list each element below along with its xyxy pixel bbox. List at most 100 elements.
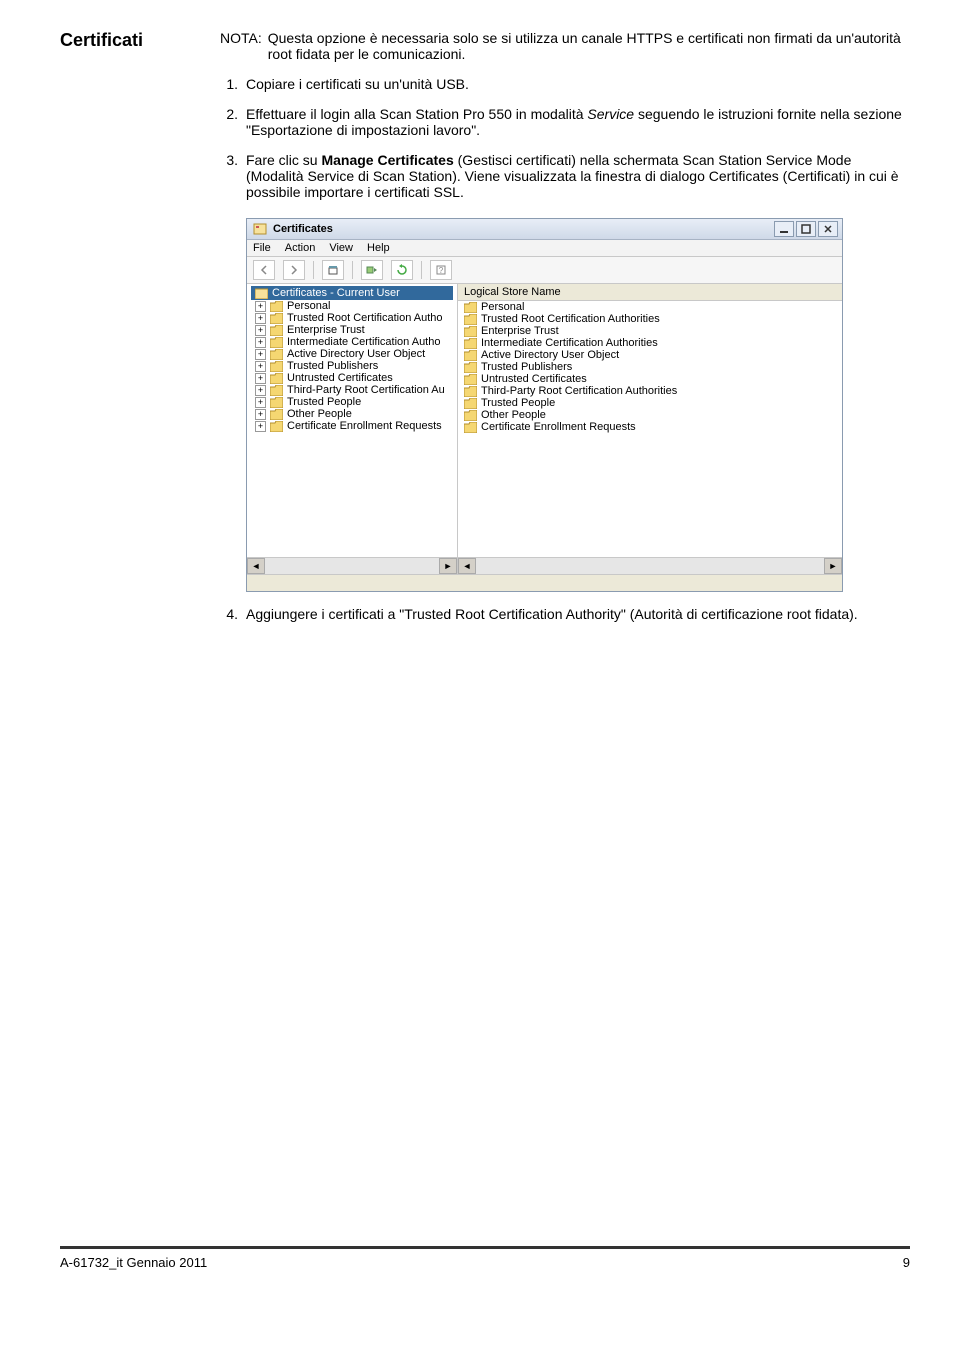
list-item[interactable]: Untrusted Certificates (458, 373, 842, 385)
list-item[interactable]: Enterprise Trust (458, 325, 842, 337)
list-item[interactable]: Trusted Publishers (458, 361, 842, 373)
nav-back-button[interactable] (253, 260, 275, 280)
scroll-left-icon[interactable]: ◄ (247, 558, 265, 574)
step-number: 1. (220, 76, 238, 92)
expand-icon[interactable]: + (255, 325, 266, 336)
help-button[interactable]: ? (430, 260, 452, 280)
tree-root-selected[interactable]: Certificates - Current User (251, 286, 453, 300)
tree-item[interactable]: +Third-Party Root Certification Au (251, 384, 453, 396)
scroll-right-icon[interactable]: ► (824, 558, 842, 574)
menu-view[interactable]: View (329, 242, 353, 254)
folder-icon (464, 302, 477, 313)
minimize-button[interactable] (774, 221, 794, 237)
folder-icon (464, 362, 477, 373)
tree-list: +Personal +Trusted Root Certification Au… (247, 300, 457, 432)
list-column-header[interactable]: Logical Store Name (458, 284, 842, 301)
list-item[interactable]: Personal (458, 301, 842, 313)
expand-icon[interactable]: + (255, 337, 266, 348)
folder-icon (464, 350, 477, 361)
folder-icon (270, 301, 283, 312)
tree-item[interactable]: +Other People (251, 408, 453, 420)
folder-icon (270, 361, 283, 372)
expand-icon[interactable]: + (255, 349, 266, 360)
expand-icon[interactable]: + (255, 313, 266, 324)
folder-icon (464, 386, 477, 397)
folder-icon (270, 337, 283, 348)
window-title: Certificates (273, 223, 333, 235)
tree-scrollbar[interactable]: ◄ ► (247, 557, 457, 574)
list-item[interactable]: Other People (458, 409, 842, 421)
footer-page-number: 9 (903, 1255, 910, 1270)
svg-text:?: ? (439, 266, 444, 275)
menu-file[interactable]: File (253, 242, 271, 254)
step-2: 2. Effettuare il login alla Scan Station… (220, 106, 910, 138)
expand-icon[interactable]: + (255, 397, 266, 408)
expand-icon[interactable]: + (255, 373, 266, 384)
menu-help[interactable]: Help (367, 242, 390, 254)
expand-icon[interactable]: + (255, 409, 266, 420)
list-item[interactable]: Intermediate Certification Authorities (458, 337, 842, 349)
expand-icon[interactable]: + (255, 301, 266, 312)
certificates-window: Certificates File Action View Help (246, 218, 843, 592)
note-block: NOTA: Questa opzione è necessaria solo s… (220, 30, 910, 62)
folder-icon (270, 409, 283, 420)
list-item[interactable]: Trusted Root Certification Authorities (458, 313, 842, 325)
step-number: 3. (220, 152, 238, 200)
certificates-icon (255, 288, 268, 299)
toolbar-button[interactable] (322, 260, 344, 280)
list-item[interactable]: Active Directory User Object (458, 349, 842, 361)
folder-icon (270, 373, 283, 384)
toolbar-divider (313, 261, 314, 279)
expand-icon[interactable]: + (255, 421, 266, 432)
status-bar (247, 574, 842, 591)
scroll-left-icon[interactable]: ◄ (458, 558, 476, 574)
folder-icon (464, 410, 477, 421)
step-1: 1. Copiare i certificati su un'unità USB… (220, 76, 910, 92)
maximize-button[interactable] (796, 221, 816, 237)
tree-item[interactable]: +Enterprise Trust (251, 324, 453, 336)
window-titlebar[interactable]: Certificates (247, 219, 842, 240)
tree-pane[interactable]: Certificates - Current User +Personal +T… (247, 284, 458, 574)
close-button[interactable] (818, 221, 838, 237)
folder-icon (270, 313, 283, 324)
step-text: Fare clic su Manage Certificates (Gestis… (246, 152, 910, 200)
folder-icon (270, 397, 283, 408)
tree-item[interactable]: +Trusted Publishers (251, 360, 453, 372)
folder-icon (464, 338, 477, 349)
expand-icon[interactable]: + (255, 385, 266, 396)
scroll-right-icon[interactable]: ► (439, 558, 457, 574)
list-item[interactable]: Certificate Enrollment Requests (458, 421, 842, 433)
list-item[interactable]: Third-Party Root Certification Authoriti… (458, 385, 842, 397)
list-scrollbar[interactable]: ◄ ► (458, 557, 842, 574)
folder-icon (270, 385, 283, 396)
folder-icon (464, 398, 477, 409)
footer-left: A-61732_it Gennaio 2011 (60, 1255, 207, 1270)
tree-item[interactable]: +Trusted Root Certification Autho (251, 312, 453, 324)
tree-item[interactable]: +Certificate Enrollment Requests (251, 420, 453, 432)
menu-bar: File Action View Help (247, 240, 842, 257)
section-heading: Certificati (60, 30, 190, 51)
tree-item[interactable]: +Active Directory User Object (251, 348, 453, 360)
list-pane[interactable]: Logical Store Name Personal Trusted Root… (458, 284, 842, 574)
tree-item[interactable]: +Personal (251, 300, 453, 312)
tree-root-label: Certificates - Current User (272, 287, 400, 299)
export-button[interactable] (361, 260, 383, 280)
tree-item[interactable]: +Trusted People (251, 396, 453, 408)
list-item[interactable]: Trusted People (458, 397, 842, 409)
step-text: Aggiungere i certificati a "Trusted Root… (246, 606, 910, 622)
nav-forward-button[interactable] (283, 260, 305, 280)
note-label: NOTA: (220, 30, 262, 62)
tree-item[interactable]: +Intermediate Certification Autho (251, 336, 453, 348)
tree-item[interactable]: +Untrusted Certificates (251, 372, 453, 384)
folder-icon (464, 326, 477, 337)
menu-action[interactable]: Action (285, 242, 316, 254)
folder-icon (464, 374, 477, 385)
folder-icon (464, 422, 477, 433)
toolbar-divider (352, 261, 353, 279)
footer-separator (60, 1246, 910, 1249)
folder-icon (464, 314, 477, 325)
refresh-button[interactable] (391, 260, 413, 280)
expand-icon[interactable]: + (255, 361, 266, 372)
step-text: Copiare i certificati su un'unità USB. (246, 76, 910, 92)
folder-icon (270, 421, 283, 432)
